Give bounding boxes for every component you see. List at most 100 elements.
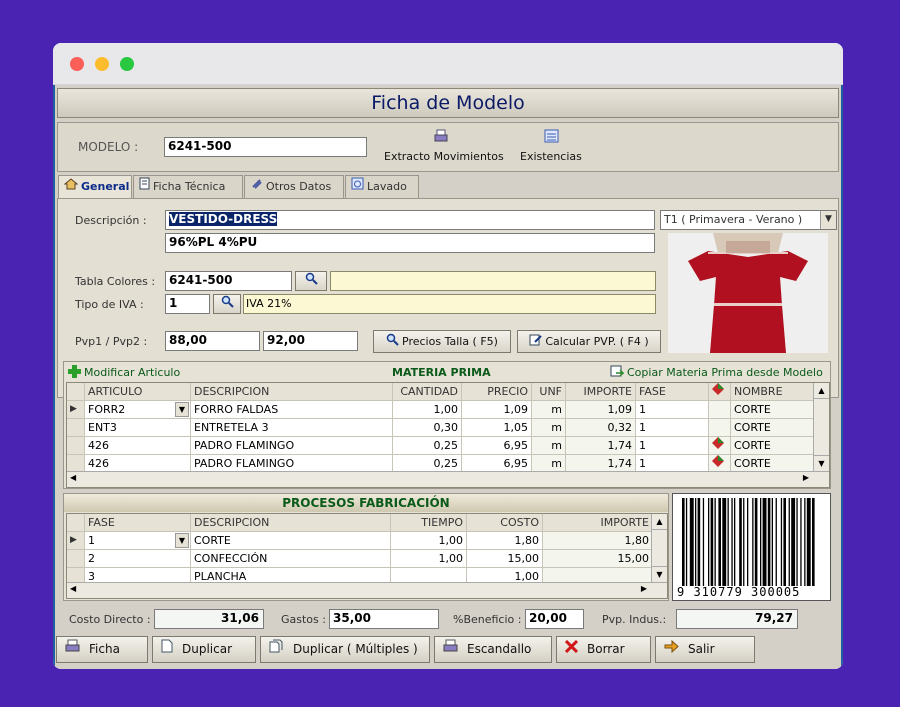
row-selector[interactable]: ▶	[67, 401, 85, 419]
column-header[interactable]: FASE	[85, 514, 191, 532]
tipo-iva-field[interactable]: 1	[165, 294, 210, 314]
row-selector[interactable]	[67, 419, 85, 437]
column-header[interactable]: DESCRIPCION	[191, 514, 391, 532]
tab-lavado[interactable]: Lavado	[345, 175, 419, 199]
table-cell: CORTE	[191, 532, 391, 550]
bottom-button-ficha[interactable]: Ficha	[56, 636, 148, 663]
minimize-icon[interactable]	[95, 57, 109, 71]
column-header[interactable]: DESCRIPCION	[191, 383, 393, 401]
close-icon[interactable]	[70, 57, 84, 71]
list-icon[interactable]	[544, 128, 559, 143]
barcode-bar	[689, 498, 694, 586]
table-cell: FORR2 ▼	[85, 401, 191, 419]
pvp1-field[interactable]: 88,00	[165, 331, 260, 351]
table-cell: CORTE	[731, 437, 817, 455]
column-header[interactable]: IMPORTE	[566, 383, 636, 401]
barcode-bar	[760, 498, 762, 586]
barcode-bar	[747, 498, 749, 586]
gastos-field[interactable]: 35,00	[329, 609, 439, 629]
app-body: Ficha de Modelo MODELO : 6241-500 Extrac…	[53, 85, 843, 669]
bottom-button-borrar[interactable]: Borrar	[556, 636, 651, 663]
tab-general[interactable]: General	[58, 175, 132, 199]
row-selector[interactable]	[67, 550, 85, 568]
precios-talla-button[interactable]: Precios Talla ( F5)	[373, 330, 511, 353]
maximize-icon[interactable]	[120, 57, 134, 71]
chevron-down-icon[interactable]: ▼	[175, 533, 189, 548]
temporada-select[interactable]: T1 ( Primavera - Verano ) ▼	[660, 210, 837, 230]
bottom-button-label: Duplicar	[182, 642, 233, 656]
window-chrome	[53, 43, 843, 85]
barcode-bar	[743, 498, 745, 586]
table-row[interactable]: 426 PADRO FLAMINGO 0,25 6,95 m 1,74 1 CORTE	[67, 437, 829, 455]
column-header[interactable]: ARTICULO	[85, 383, 191, 401]
horizontal-scrollbar[interactable]: ◀ ▶	[67, 582, 667, 598]
table-cell: 1,80	[543, 532, 653, 550]
modelo-panel: MODELO : 6241-500 Extracto Movimientos E…	[57, 122, 839, 172]
column-header[interactable]: FASE	[636, 383, 709, 401]
barcode-bar	[804, 498, 806, 586]
column-header[interactable]: UNF	[532, 383, 566, 401]
calcular-pvp-button[interactable]: Calcular PVP. ( F4 )	[517, 330, 661, 353]
barcode-bar	[714, 498, 716, 586]
column-header[interactable]: NOMBRE	[731, 383, 817, 401]
barcode-bar	[780, 498, 783, 586]
table-row[interactable]: 2 CONFECCIÓN 1,00 15,00 15,00	[67, 550, 667, 568]
descripcion-line2-field[interactable]: 96%PL 4%PU	[165, 233, 655, 253]
vertical-scrollbar[interactable]: ▲ ▼	[813, 383, 829, 471]
fase-color-icon[interactable]	[709, 383, 731, 401]
table-cell: 0,30	[393, 419, 462, 437]
existencias-button[interactable]: Existencias	[520, 150, 582, 163]
vertical-scrollbar[interactable]: ▲ ▼	[651, 514, 667, 582]
descripcion-line1-field[interactable]: VESTIDO-DRESS	[165, 210, 655, 230]
table-cell: 6,95	[462, 437, 532, 455]
procesos-title: PROCESOS FABRICACIÓN	[64, 494, 668, 512]
barcode-bar	[812, 498, 815, 586]
tipo-iva-search-button[interactable]	[213, 294, 241, 314]
table-cell: CORTE	[731, 419, 817, 437]
table-cell: 1 ▼	[85, 532, 191, 550]
materia-prima-title: MATERIA PRIMA	[392, 366, 491, 379]
tab-ficha-tecnica[interactable]: Ficha Técnica	[133, 175, 243, 199]
modelo-label: MODELO :	[78, 140, 139, 154]
tab-otros-datos[interactable]: Otros Datos	[244, 175, 344, 199]
tipo-iva-label: Tipo de IVA :	[75, 298, 144, 311]
barcode-bar	[767, 498, 771, 586]
column-header[interactable]: TIEMPO	[391, 514, 467, 532]
modelo-field[interactable]: 6241-500	[164, 137, 367, 157]
column-header[interactable]: COSTO	[467, 514, 543, 532]
horizontal-scrollbar[interactable]: ◀ ▶	[67, 471, 829, 487]
modificar-articulo-button[interactable]: Modificar Articulo	[68, 365, 180, 381]
row-selector[interactable]	[67, 437, 85, 455]
table-row[interactable]: ▶ FORR2 ▼ FORRO FALDAS 1,00 1,09 m 1,09 1 CORTE	[67, 401, 829, 419]
table-cell: FORRO FALDAS	[191, 401, 393, 419]
bottom-button-escandallo[interactable]: Escandallo	[434, 636, 552, 663]
copiar-materia-button[interactable]: Copiar Materia Prima desde Modelo	[610, 365, 823, 381]
pvp2-field[interactable]: 92,00	[263, 331, 358, 351]
table-cell: 2	[85, 550, 191, 568]
beneficio-field[interactable]: 20,00	[525, 609, 584, 629]
chevron-down-icon[interactable]: ▼	[820, 211, 836, 229]
plus-icon	[68, 365, 81, 381]
column-header[interactable]: PRECIO	[462, 383, 532, 401]
column-header[interactable]: IMPORTE	[543, 514, 653, 532]
bottom-button-salir[interactable]: Salir	[655, 636, 755, 663]
diamond-icon	[709, 437, 731, 455]
tabla-colores-field[interactable]: 6241-500	[165, 271, 292, 291]
bottom-button-duplicar[interactable]: Duplicar	[152, 636, 256, 663]
table-row[interactable]: ENT3 ENTRETELA 3 0,30 1,05 m 0,32 1 CORTE	[67, 419, 829, 437]
bottom-button-duplicar-m-ltiples[interactable]: Duplicar ( Múltiples )	[260, 636, 430, 663]
extracto-button[interactable]: Extracto Movimientos	[384, 150, 504, 163]
pvp-indus-field: 79,27	[676, 609, 798, 629]
pvp-label: Pvp1 / Pvp2 :	[75, 335, 148, 348]
row-selector[interactable]: ▶	[67, 532, 85, 550]
barcode-bar	[788, 498, 790, 586]
materia-prima-table: ARTICULO DESCRIPCION CANTIDAD PRECIO UNF IMPO…	[66, 382, 830, 488]
column-header[interactable]: CANTIDAD	[393, 383, 462, 401]
table-cell: 1,05	[462, 419, 532, 437]
table-cell: CORTE	[731, 401, 817, 419]
tabla-colores-search-button[interactable]	[295, 271, 327, 291]
table-row[interactable]: ▶ 1 ▼ CORTE 1,00 1,80 1,80	[67, 532, 667, 550]
barcode-bar	[771, 498, 773, 586]
chevron-down-icon[interactable]: ▼	[175, 402, 189, 417]
print-icon[interactable]	[434, 128, 448, 142]
